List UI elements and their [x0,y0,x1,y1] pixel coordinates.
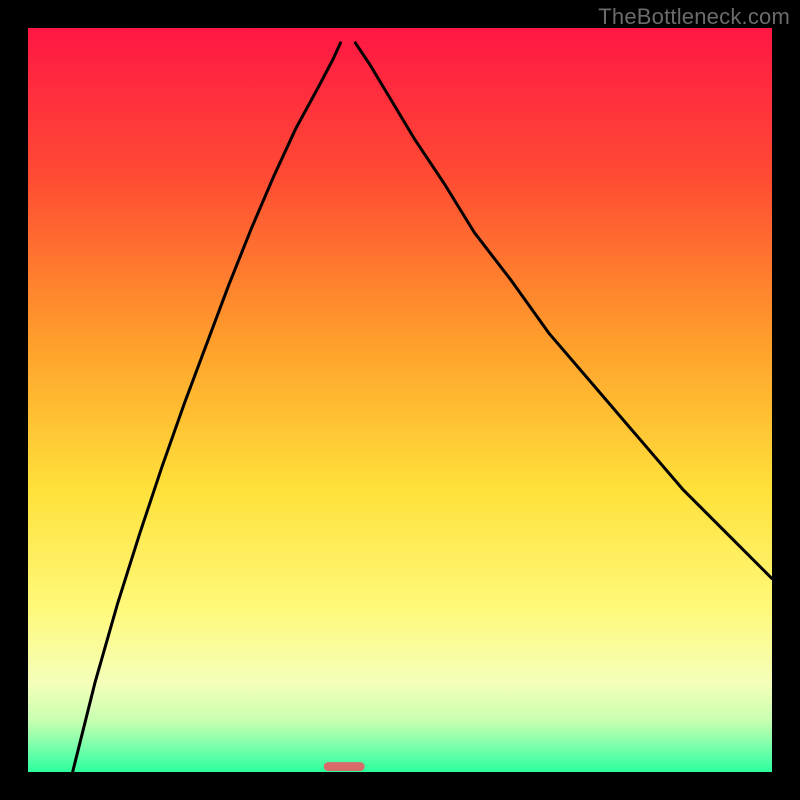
plot-area [28,28,772,772]
chart-svg [28,28,772,772]
bottom-marker [324,762,365,771]
chart-frame: TheBottleneck.com [0,0,800,800]
gradient-background [28,28,772,772]
watermark-text: TheBottleneck.com [598,4,790,30]
